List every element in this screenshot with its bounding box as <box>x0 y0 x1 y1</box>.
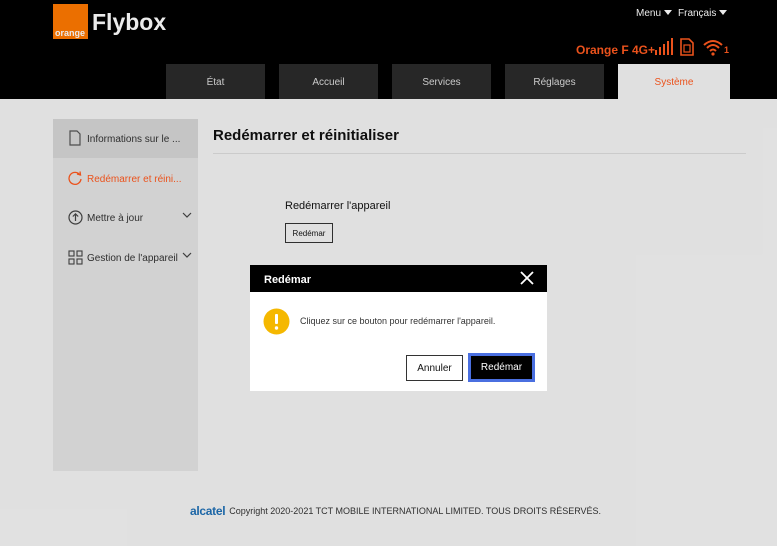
restart-dialog: Redémar Cliquez sur ce bouton pour redém… <box>250 265 547 391</box>
dialog-message: Cliquez sur ce bouton pour redémarrer l'… <box>300 316 496 326</box>
dialog-header: Redémar <box>250 265 547 292</box>
warning-icon <box>263 308 290 335</box>
confirm-restart-button[interactable]: Redémar <box>468 353 535 382</box>
cancel-button[interactable]: Annuler <box>406 355 463 381</box>
dialog-title: Redémar <box>264 274 312 286</box>
close-icon[interactable] <box>520 271 534 285</box>
